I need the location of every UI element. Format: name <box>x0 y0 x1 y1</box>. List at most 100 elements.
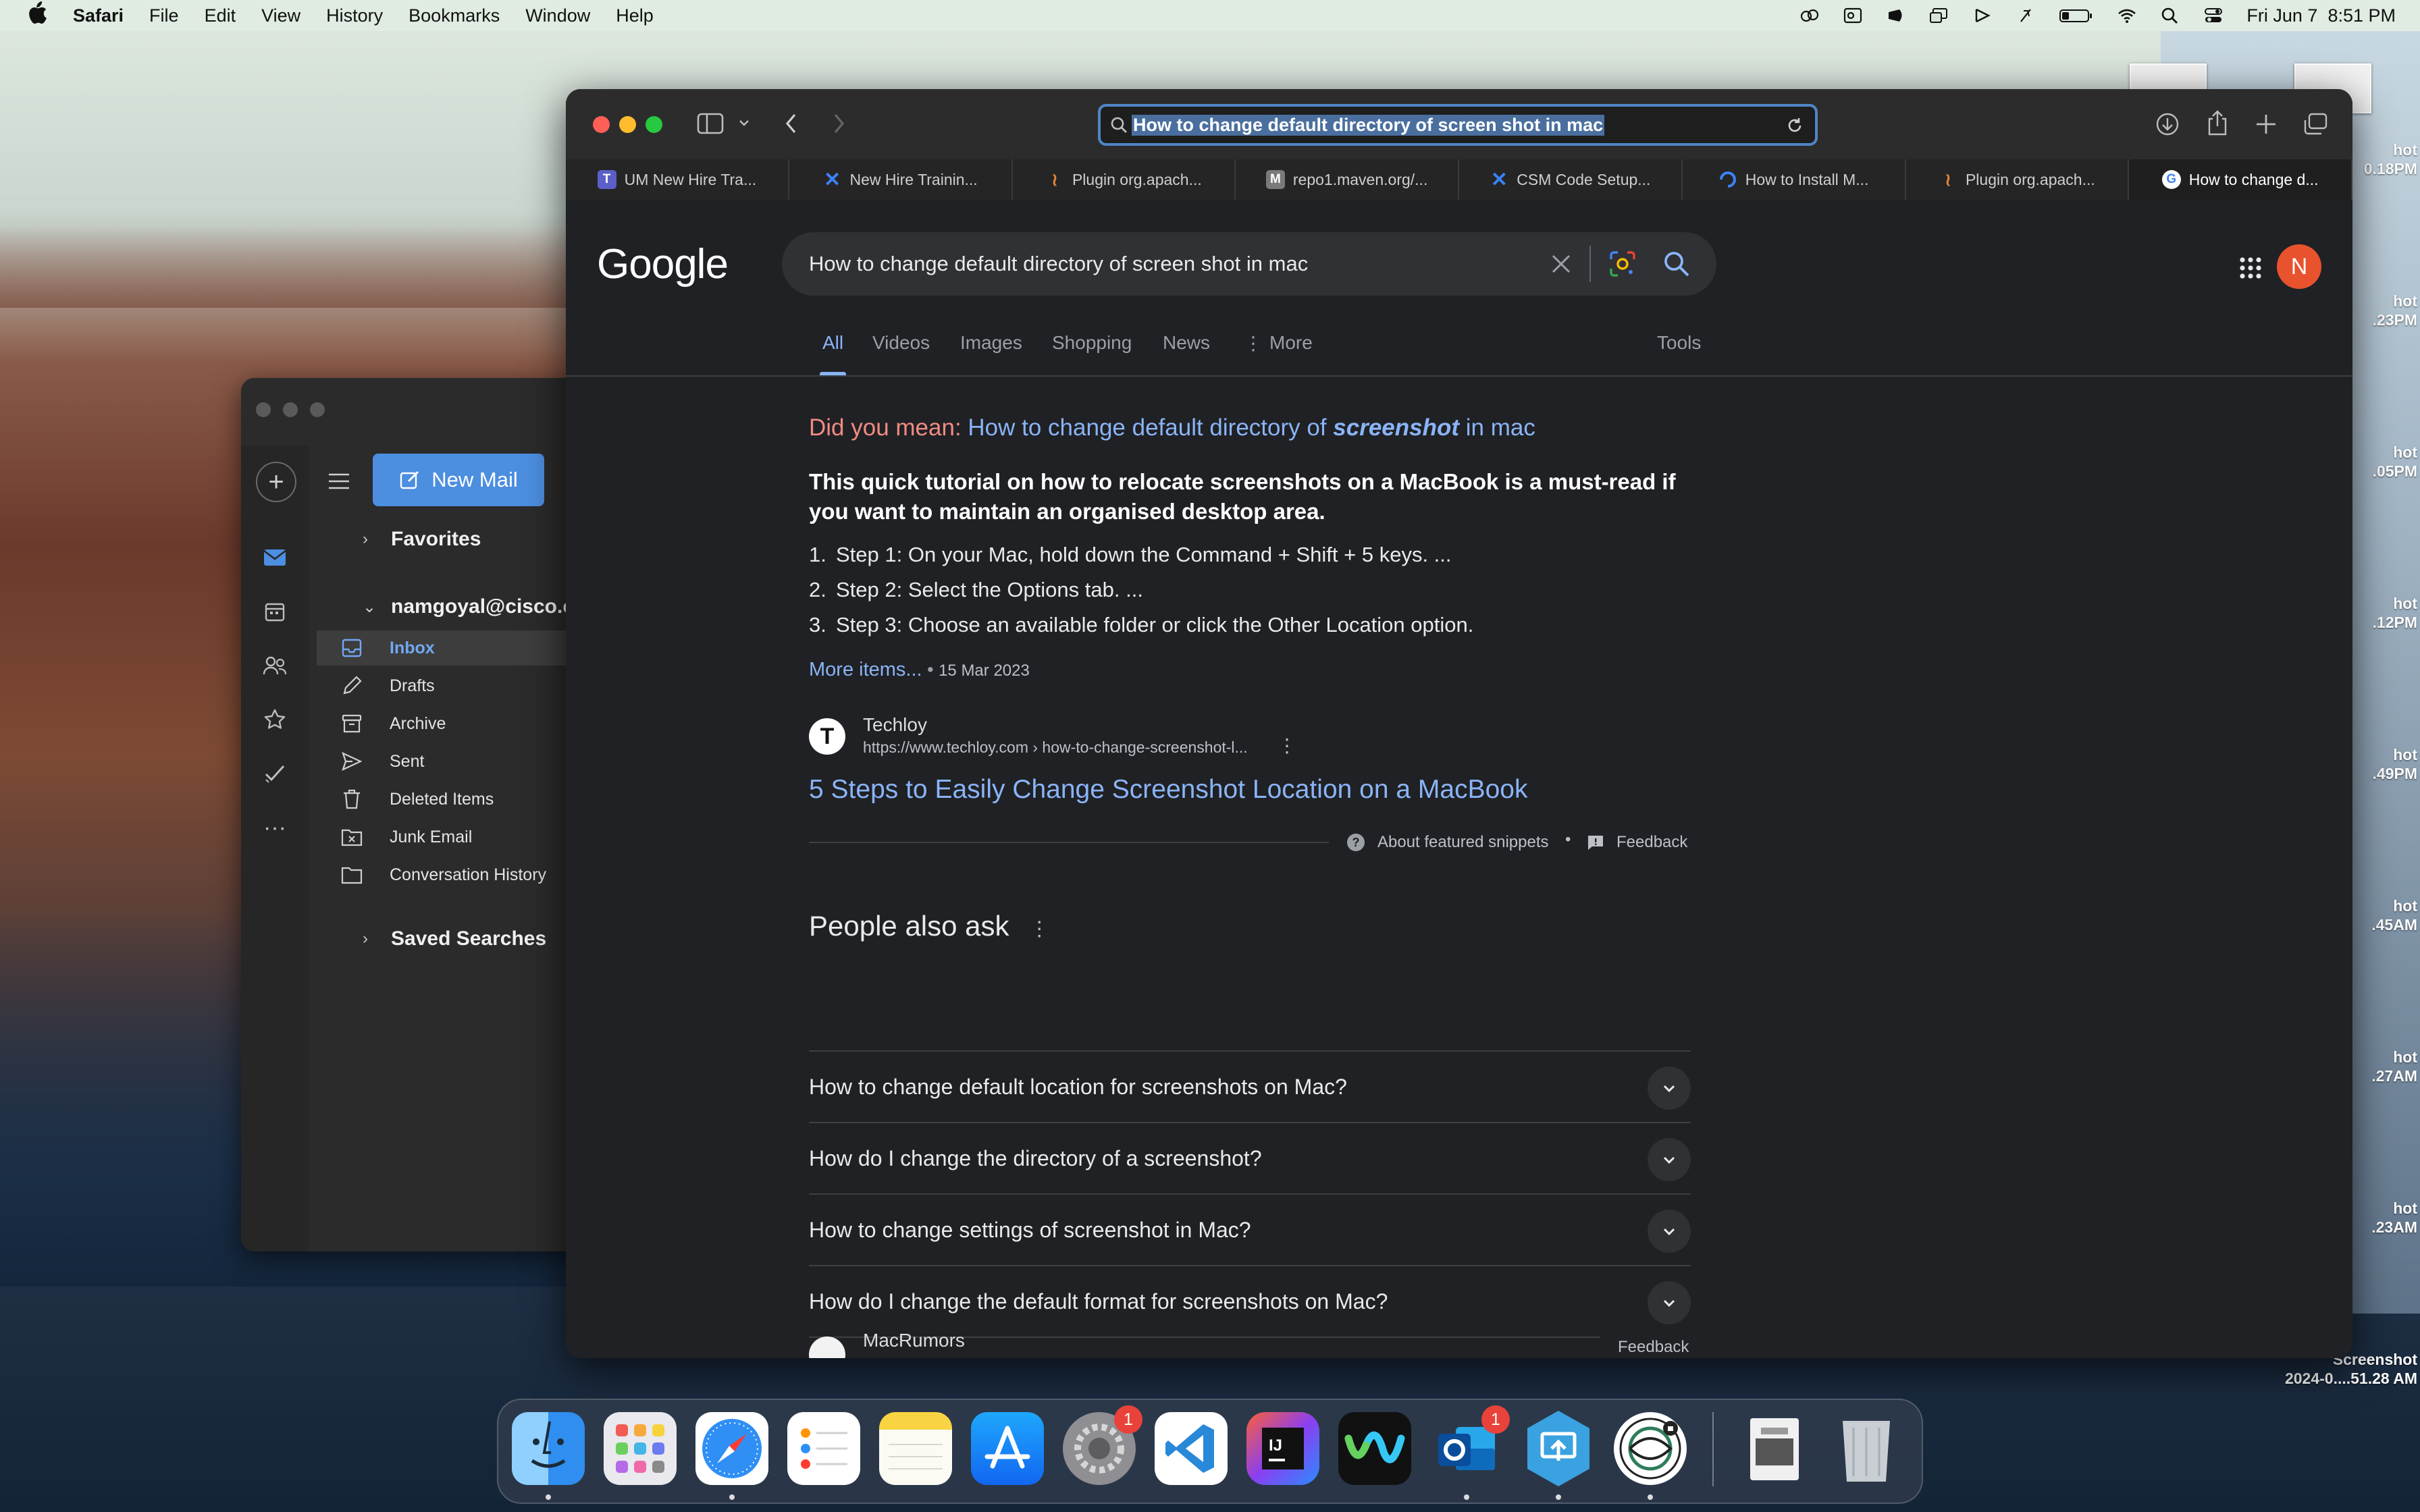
menu-app-name[interactable]: Safari <box>73 5 124 26</box>
tab-news[interactable]: News <box>1163 332 1210 375</box>
desktop-file-label[interactable]: hot .05PM <box>2343 443 2417 481</box>
notion-icon[interactable] <box>1886 7 1906 24</box>
browser-tab[interactable]: M repo1.maven.org/... <box>1236 159 1459 200</box>
todo-check-icon[interactable] <box>256 755 294 792</box>
more-items-link[interactable]: More items... <box>809 659 922 680</box>
paa-feedback-link[interactable]: Feedback <box>1618 1338 1689 1357</box>
apple-menu-icon[interactable] <box>27 1 47 30</box>
dock-notes[interactable] <box>879 1412 952 1485</box>
zoom-button[interactable] <box>310 402 325 417</box>
menu-view[interactable]: View <box>261 5 300 26</box>
tab-overview-icon[interactable] <box>2303 112 2328 140</box>
menubar-clock[interactable]: Fri Jun 7 8:51 PM <box>2246 5 2396 26</box>
browser-tab[interactable]: ✕ New Hire Trainin... <box>789 159 1013 200</box>
tab-more[interactable]: ⋮ More <box>1244 332 1313 375</box>
spotlight-icon[interactable] <box>2160 7 2180 24</box>
menu-window[interactable]: Window <box>525 5 590 26</box>
battery-icon[interactable] <box>2059 7 2094 24</box>
screen-icon[interactable] <box>1929 7 1949 24</box>
add-account-button[interactable]: + <box>256 462 296 502</box>
new-tab-icon[interactable] <box>2254 112 2278 140</box>
menu-bookmarks[interactable]: Bookmarks <box>409 5 500 26</box>
google-lens-icon[interactable] <box>1608 250 1637 281</box>
back-button[interactable] <box>782 111 801 140</box>
desktop-file-label[interactable]: hot .23PM <box>2343 292 2417 329</box>
tools-button[interactable]: Tools <box>1657 332 1701 375</box>
forward-button[interactable] <box>829 111 848 140</box>
chevron-down-icon[interactable] <box>1648 1281 1691 1324</box>
desktop-file-label[interactable]: hot .27AM <box>2343 1048 2417 1085</box>
mute-icon[interactable] <box>2016 7 2036 24</box>
tab-images[interactable]: Images <box>960 332 1022 375</box>
dock-webex[interactable] <box>1338 1412 1411 1485</box>
dock-cisco-secure-client[interactable] <box>1614 1412 1687 1500</box>
paa-question[interactable]: How to change settings of screenshot in … <box>809 1193 1691 1266</box>
dock-app-store[interactable] <box>971 1412 1044 1485</box>
paa-question[interactable]: How to change default location for scree… <box>809 1050 1691 1123</box>
chevron-down-icon[interactable] <box>1648 1066 1691 1110</box>
next-source-name[interactable]: MacRumors <box>863 1330 965 1351</box>
did-you-mean-link[interactable]: How to change default directory of scree… <box>968 414 1535 441</box>
close-button[interactable] <box>256 402 271 417</box>
sidebar-toggle-icon[interactable] <box>697 112 724 138</box>
dock-preview[interactable] <box>1738 1412 1811 1485</box>
paa-question[interactable]: How do I change the default format for s… <box>809 1265 1691 1338</box>
dock-safari[interactable] <box>695 1412 768 1500</box>
menu-file[interactable]: File <box>149 5 179 26</box>
dock-system-settings[interactable]: 1 <box>1063 1405 1142 1485</box>
dock-outlook[interactable]: 1 <box>1430 1405 1510 1500</box>
wifi-icon[interactable] <box>2117 7 2137 24</box>
favorites-star-icon[interactable] <box>256 701 294 738</box>
paa-question[interactable]: How do I change the directory of a scree… <box>809 1122 1691 1195</box>
browser-tab[interactable]: How to Install M... <box>1683 159 1906 200</box>
desktop-file-label[interactable]: hot .23AM <box>2343 1199 2417 1237</box>
menu-edit[interactable]: Edit <box>205 5 236 26</box>
chevron-down-icon[interactable] <box>1648 1210 1691 1253</box>
avatar[interactable]: N <box>2277 244 2321 289</box>
calendar-icon[interactable] <box>256 593 294 630</box>
tab-all[interactable]: All <box>819 332 847 375</box>
media-icon[interactable] <box>1972 7 1993 24</box>
tab-shopping[interactable]: Shopping <box>1052 332 1132 375</box>
dock-intellij[interactable]: IJ <box>1246 1412 1319 1485</box>
desktop-file-label[interactable]: hot .45AM <box>2343 896 2417 934</box>
menu-history[interactable]: History <box>326 5 383 26</box>
desktop-file-label[interactable]: hot 0.18PM <box>2343 140 2417 178</box>
dock-finder[interactable] <box>512 1412 585 1500</box>
chevron-down-icon[interactable] <box>1648 1138 1691 1181</box>
more-vert-icon[interactable]: ⋮ <box>1278 734 1296 757</box>
desktop-file-label[interactable]: hot .49PM <box>2343 745 2417 783</box>
browser-tab[interactable]: ≀ Plugin org.apach... <box>1013 159 1236 200</box>
close-button[interactable] <box>593 116 610 133</box>
people-icon[interactable] <box>256 647 294 684</box>
browser-tab-active[interactable]: G How to change d... <box>2129 159 2352 200</box>
downloads-icon[interactable] <box>2155 112 2180 140</box>
mail-icon[interactable] <box>256 539 294 576</box>
google-logo[interactable]: Google <box>597 240 729 288</box>
browser-tab[interactable]: ≀ Plugin org.apach... <box>1906 159 2130 200</box>
browser-tab[interactable]: T UM New Hire Tra... <box>566 159 789 200</box>
creative-cloud-icon[interactable] <box>1799 7 1820 24</box>
dock-screen-sharing[interactable] <box>1522 1411 1595 1500</box>
more-apps-icon[interactable]: ··· <box>256 809 294 846</box>
hamburger-menu-icon[interactable] <box>327 471 350 491</box>
clear-icon[interactable] <box>1549 252 1573 279</box>
dock-vscode[interactable] <box>1155 1412 1228 1485</box>
menu-help[interactable]: Help <box>616 5 654 26</box>
reload-icon[interactable] <box>1785 116 1804 138</box>
dock-reminders[interactable] <box>787 1412 860 1485</box>
about-snippets-link[interactable]: About featured snippets <box>1377 833 1549 852</box>
tab-videos[interactable]: Videos <box>872 332 930 375</box>
control-center-icon[interactable] <box>2203 7 2224 24</box>
google-apps-icon[interactable] <box>2239 256 2262 283</box>
browser-tab[interactable]: ✕ CSM Code Setup... <box>1459 159 1683 200</box>
feedback-link[interactable]: Feedback <box>1616 833 1687 852</box>
chevron-down-icon[interactable] <box>737 116 751 133</box>
google-search-box[interactable]: How to change default directory of scree… <box>782 232 1716 296</box>
address-bar[interactable]: How to change default directory of scree… <box>1098 104 1818 146</box>
favorites-group[interactable]: › Favorites <box>363 528 481 551</box>
search-icon[interactable] <box>1662 250 1691 281</box>
new-mail-button[interactable]: New Mail <box>373 454 544 506</box>
result-title-link[interactable]: 5 Steps to Easily Change Screenshot Loca… <box>809 775 1527 805</box>
share-icon[interactable] <box>2205 109 2230 140</box>
